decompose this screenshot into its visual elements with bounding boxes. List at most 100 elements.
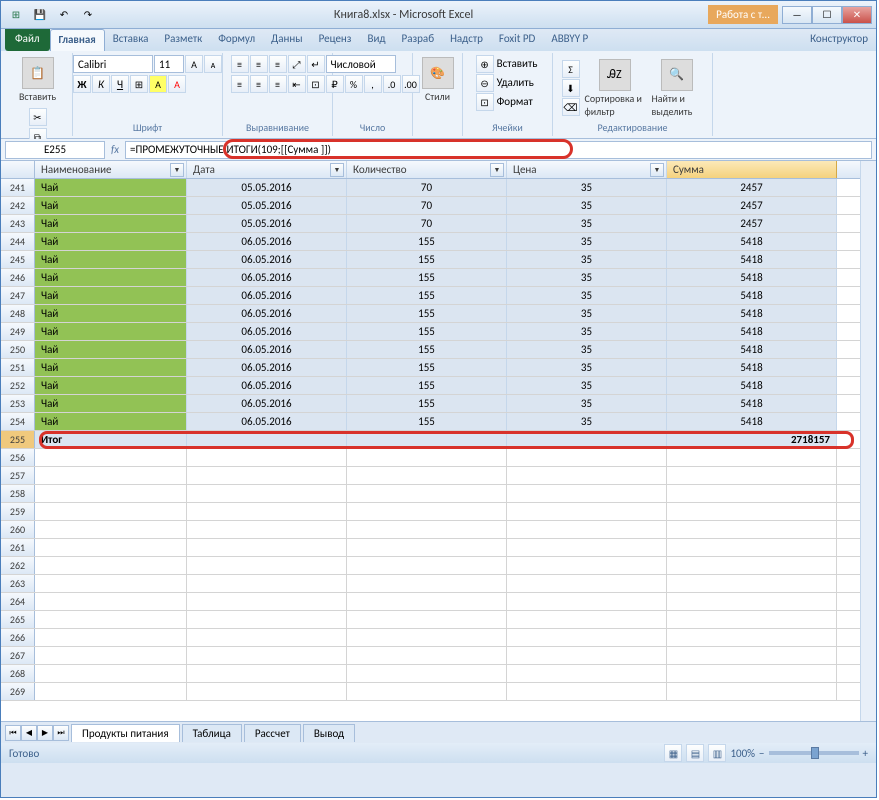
cell[interactable] [667,449,837,466]
cell[interactable] [187,683,347,700]
sheet-tab[interactable]: Вывод [303,724,355,742]
font-color-button[interactable]: A [168,75,186,93]
cell[interactable] [187,629,347,646]
zoom-out-button[interactable]: − [759,747,764,760]
cell[interactable] [347,647,507,664]
insert-cells-button[interactable]: ⊕Вставить [476,55,540,73]
table-row[interactable]: 250 Чай 06.05.2016 155 35 5418 [1,341,876,359]
fill-icon[interactable]: ⬇ [562,79,580,97]
align-top-icon[interactable]: ≡ [231,55,249,73]
row-header[interactable]: 259 [1,503,35,520]
fx-icon[interactable]: fx [105,143,125,156]
table-row[interactable]: 251 Чай 06.05.2016 155 35 5418 [1,359,876,377]
table-row[interactable]: 242 Чай 05.05.2016 70 35 2457 [1,197,876,215]
row-header[interactable]: 267 [1,647,35,664]
cell[interactable] [507,629,667,646]
fill-color-button[interactable]: A [149,75,167,93]
zoom-level[interactable]: 100% [730,747,755,760]
cell[interactable] [35,611,187,628]
cell[interactable] [667,521,837,538]
table-row[interactable]: 256 [1,449,876,467]
cell[interactable] [35,449,187,466]
row-header[interactable]: 249 [1,323,35,340]
cell[interactable] [35,521,187,538]
cell-qty[interactable]: 155 [347,323,507,340]
row-header[interactable]: 247 [1,287,35,304]
cell-qty[interactable]: 155 [347,305,507,322]
table-row[interactable]: 252 Чай 06.05.2016 155 35 5418 [1,377,876,395]
cell-name[interactable]: Чай [35,233,187,250]
cell[interactable] [187,485,347,502]
cell-name[interactable]: Чай [35,323,187,340]
cell-sum[interactable]: 5418 [667,287,837,304]
maximize-button[interactable]: ☐ [812,6,842,24]
align-center-icon[interactable]: ≡ [250,75,268,93]
table-row[interactable]: 257 [1,467,876,485]
col-header-qty[interactable]: Количество▼ [347,161,507,178]
filter-icon[interactable]: ▼ [490,163,504,177]
cell-name[interactable]: Чай [35,179,187,196]
cell-date[interactable]: 06.05.2016 [187,269,347,286]
minimize-button[interactable]: — [782,6,812,24]
sheet-tab[interactable]: Таблица [182,724,242,742]
cell[interactable] [507,557,667,574]
cell-qty[interactable]: 155 [347,269,507,286]
cell[interactable] [347,611,507,628]
view-layout-icon[interactable]: ▤ [686,744,704,762]
table-row[interactable]: 269 [1,683,876,701]
cell-name[interactable]: Чай [35,197,187,214]
cell-name[interactable]: Чай [35,413,187,430]
cell[interactable] [507,503,667,520]
cell-date[interactable]: 06.05.2016 [187,413,347,430]
cell-name[interactable]: Чай [35,395,187,412]
formula-input[interactable] [125,141,872,159]
cell[interactable] [507,431,667,448]
tab-addins[interactable]: Надстр [442,29,491,51]
cell-name[interactable]: Чай [35,305,187,322]
cell[interactable] [347,467,507,484]
cell[interactable] [667,665,837,682]
cell-date[interactable]: 05.05.2016 [187,215,347,232]
context-tab[interactable]: Работа с т... [708,5,778,24]
cell-qty[interactable]: 70 [347,197,507,214]
align-mid-icon[interactable]: ≡ [250,55,268,73]
row-header[interactable]: 269 [1,683,35,700]
table-row[interactable]: 262 [1,557,876,575]
cell[interactable] [667,485,837,502]
sheet-tab[interactable]: Рассчет [244,724,301,742]
cell-price[interactable]: 35 [507,377,667,394]
row-header[interactable]: 245 [1,251,35,268]
merge-icon[interactable]: ⊡ [307,75,325,93]
cell[interactable] [187,431,347,448]
cell-qty[interactable]: 155 [347,341,507,358]
row-header[interactable]: 241 [1,179,35,196]
tab-layout[interactable]: Разметк [156,29,210,51]
table-row[interactable]: 264 [1,593,876,611]
cell-sum[interactable]: 5418 [667,269,837,286]
row-header[interactable]: 243 [1,215,35,232]
format-cells-button[interactable]: ⊡Формат [476,93,540,111]
cell-name[interactable]: Чай [35,215,187,232]
align-right-icon[interactable]: ≡ [269,75,287,93]
cut-icon[interactable]: ✂ [29,108,47,126]
cell-sum[interactable]: 5418 [667,377,837,394]
row-header[interactable]: 264 [1,593,35,610]
row-header[interactable]: 252 [1,377,35,394]
select-all-corner[interactable] [1,161,35,178]
cell[interactable] [35,593,187,610]
cell-total-sum[interactable]: 2718157 [667,431,837,448]
cell[interactable] [187,647,347,664]
vertical-scrollbar[interactable] [860,161,876,721]
row-header[interactable]: 255 [1,431,35,448]
undo-icon[interactable]: ↶ [53,5,75,25]
cell[interactable] [667,593,837,610]
paste-button[interactable]: 📋 Вставить [15,55,61,105]
cell-sum[interactable]: 2457 [667,197,837,214]
cell-sum[interactable]: 5418 [667,251,837,268]
cell[interactable] [35,539,187,556]
table-row[interactable]: 243 Чай 05.05.2016 70 35 2457 [1,215,876,233]
cell-sum[interactable]: 5418 [667,413,837,430]
cell-sum[interactable]: 5418 [667,323,837,340]
cell[interactable] [35,665,187,682]
cell[interactable] [507,485,667,502]
